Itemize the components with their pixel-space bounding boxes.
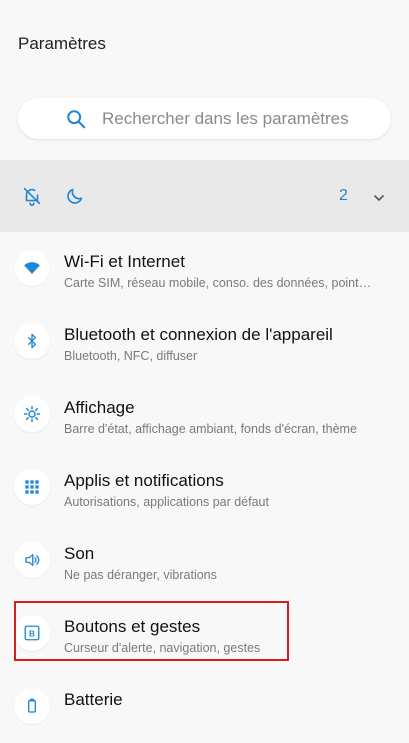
setting-title: Applis et notifications	[64, 471, 224, 490]
apps-grid-icon	[14, 469, 50, 505]
setting-bluetooth[interactable]: Bluetooth et connexion de l'appareil Blu…	[0, 305, 409, 378]
setting-wifi-internet[interactable]: Wi-Fi et Internet Carte SIM, réseau mobi…	[0, 232, 409, 305]
chevron-down-icon[interactable]	[371, 190, 387, 206]
bell-off-icon[interactable]	[21, 185, 43, 207]
search-bar[interactable]	[18, 98, 391, 139]
setting-title: Batterie	[64, 690, 123, 709]
setting-subtitle: Autorisations, applications par défaut	[64, 495, 269, 509]
setting-subtitle: Barre d'état, affichage ambiant, fonds d…	[64, 422, 357, 436]
search-input[interactable]	[100, 107, 374, 130]
setting-title: Affichage	[64, 398, 135, 417]
brightness-icon	[14, 396, 50, 432]
setting-subtitle: Ne pas déranger, vibrations	[64, 568, 217, 582]
setting-title: Son	[64, 544, 95, 563]
setting-battery[interactable]: Batterie	[0, 670, 409, 743]
bluetooth-icon	[14, 323, 50, 359]
setting-subtitle: Bluetooth, NFC, diffuser	[64, 349, 198, 363]
volume-icon	[14, 542, 50, 578]
wifi-icon	[14, 250, 50, 286]
setting-apps-notifications[interactable]: Applis et notifications Autorisations, a…	[0, 451, 409, 524]
search-icon	[64, 107, 88, 131]
setting-subtitle: Carte SIM, réseau mobile, conso. des don…	[64, 276, 372, 290]
moon-icon[interactable]	[64, 185, 86, 207]
page-title: Paramètres	[18, 34, 106, 53]
battery-icon	[14, 688, 50, 724]
setting-sound[interactable]: Son Ne pas déranger, vibrations	[0, 524, 409, 597]
highlight-box	[14, 601, 289, 661]
setting-display[interactable]: Affichage Barre d'état, affichage ambian…	[0, 378, 409, 451]
settings-list: Wi-Fi et Internet Carte SIM, réseau mobi…	[0, 232, 409, 743]
setting-title: Bluetooth et connexion de l'appareil	[64, 325, 333, 344]
notification-count: 2	[339, 187, 348, 204]
setting-title: Wi-Fi et Internet	[64, 252, 185, 271]
